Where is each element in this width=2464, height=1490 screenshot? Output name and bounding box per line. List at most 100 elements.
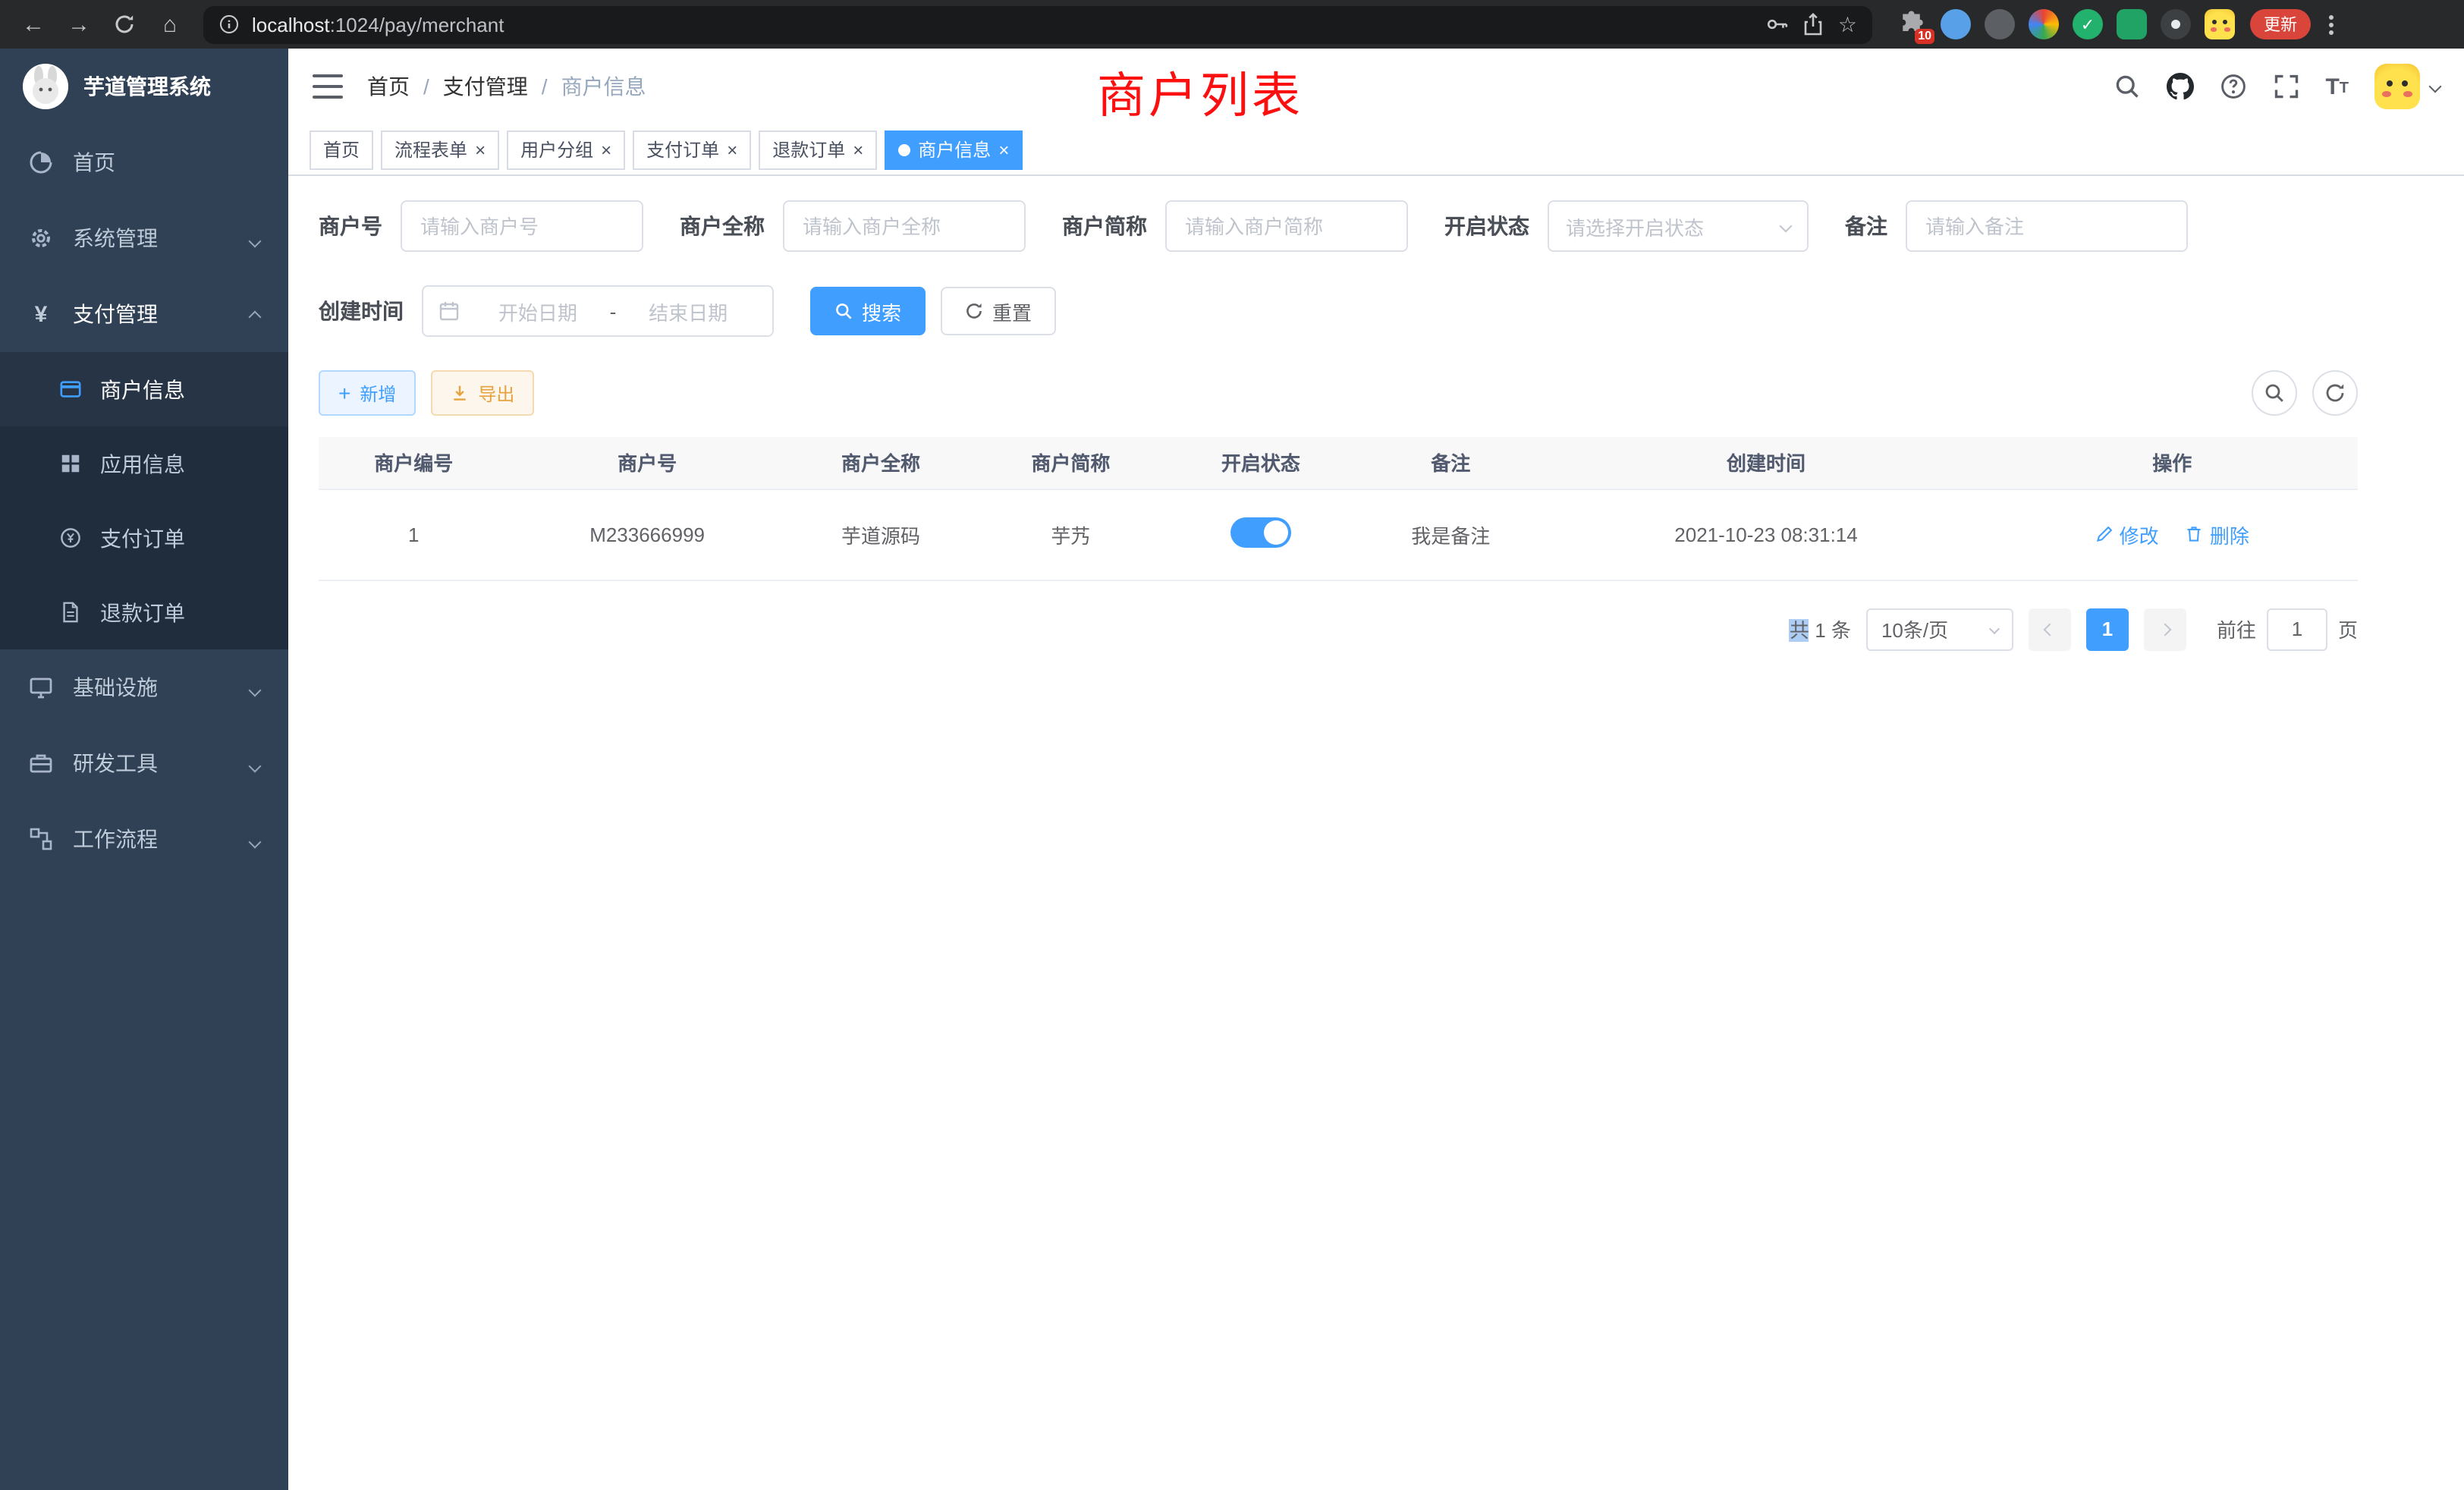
- breadcrumb-payment[interactable]: 支付管理: [443, 71, 528, 102]
- browser-reload-button[interactable]: [106, 6, 143, 42]
- sidebar-item-infrastructure[interactable]: 基础设施: [0, 649, 288, 725]
- refresh-icon: [965, 302, 983, 320]
- font-size-icon[interactable]: TT: [2325, 77, 2349, 96]
- user-avatar[interactable]: [2374, 64, 2440, 109]
- full-name-input[interactable]: [783, 200, 1026, 252]
- close-icon[interactable]: ×: [727, 140, 737, 159]
- help-icon[interactable]: [2219, 73, 2246, 100]
- address-bar[interactable]: localhost:1024/pay/merchant ☆: [203, 5, 1872, 43]
- refresh-icon: [2324, 382, 2346, 404]
- sidebar-subitem-merchant-info[interactable]: 商户信息: [0, 352, 288, 426]
- monitor-icon: [29, 675, 53, 699]
- browser-update-button[interactable]: 更新: [2250, 9, 2311, 39]
- status-toggle[interactable]: [1230, 517, 1291, 547]
- extension-icon-green-check[interactable]: ✓: [2073, 9, 2103, 39]
- extensions-area: 10 ✓: [1897, 9, 2235, 39]
- reset-button[interactable]: 重置: [941, 287, 1056, 335]
- password-key-icon[interactable]: [1765, 12, 1790, 36]
- browser-menu-button[interactable]: [2323, 8, 2340, 40]
- yen-icon: ¥: [29, 302, 53, 326]
- app-logo[interactable]: 芋道管理系统: [0, 49, 288, 124]
- status-select[interactable]: 请选择开启状态: [1548, 200, 1809, 252]
- merchant-no-input[interactable]: [401, 200, 643, 252]
- toggle-search-button[interactable]: [2252, 370, 2297, 416]
- col-create-time: 创建时间: [1545, 437, 1986, 489]
- extension-icon-pin[interactable]: [2161, 9, 2191, 39]
- chevron-down-icon: [2429, 80, 2442, 93]
- tab-pay-order[interactable]: 支付订单×: [633, 130, 751, 169]
- tab-home[interactable]: 首页: [310, 130, 373, 169]
- tab-refund-order[interactable]: 退款订单×: [759, 130, 877, 169]
- merchant-no-label: 商户号: [319, 211, 382, 241]
- search-form-row-1: 商户号 商户全称 商户简称 开启状态: [319, 200, 2358, 252]
- sidebar-item-workflow[interactable]: 工作流程: [0, 801, 288, 877]
- breadcrumb-current: 商户信息: [561, 71, 646, 102]
- pagination: 共 1 条 10条/页 1 前往 页: [319, 608, 2358, 650]
- extension-icon-colorful[interactable]: [2029, 9, 2059, 39]
- table-toolbar: + 新增 导出: [319, 370, 2358, 416]
- toolbox-icon: [29, 751, 53, 775]
- close-icon[interactable]: ×: [601, 140, 611, 159]
- extension-icon-avatar[interactable]: [2205, 9, 2235, 39]
- next-page-button[interactable]: [2144, 608, 2186, 650]
- edit-icon: [2095, 525, 2114, 543]
- create-time-label: 创建时间: [319, 296, 404, 326]
- sidebar-subitem-refund-order[interactable]: 退款订单: [0, 575, 288, 649]
- chevron-down-icon: [250, 675, 259, 699]
- workflow-icon: [29, 827, 53, 851]
- sidebar-item-devtools[interactable]: 研发工具: [0, 725, 288, 801]
- fullscreen-icon[interactable]: [2272, 73, 2299, 100]
- tab-merchant-info[interactable]: 商户信息×: [885, 130, 1023, 169]
- remark-input[interactable]: [1906, 200, 2188, 252]
- browser-home-button[interactable]: ⌂: [152, 6, 188, 42]
- chevron-down-icon: [1780, 220, 1793, 233]
- full-name-label: 商户全称: [680, 211, 765, 241]
- refresh-table-button[interactable]: [2312, 370, 2358, 416]
- date-range-picker[interactable]: 开始日期 - 结束日期: [422, 285, 774, 337]
- tags-view: 首页 流程表单× 用户分组× 支付订单× 退款订单× 商户信息×: [288, 124, 2464, 176]
- tab-user-group[interactable]: 用户分组×: [507, 130, 625, 169]
- sidebar-item-payment[interactable]: ¥ 支付管理: [0, 276, 288, 352]
- avatar-image: [2374, 64, 2420, 109]
- extensions-badge: 10: [1915, 29, 1934, 44]
- page-number-button[interactable]: 1: [2086, 608, 2129, 650]
- browser-forward-button[interactable]: →: [61, 6, 97, 42]
- search-icon[interactable]: [2113, 73, 2140, 100]
- delete-link[interactable]: 删除: [2186, 520, 2249, 549]
- hamburger-icon[interactable]: [313, 74, 343, 99]
- share-icon[interactable]: [1802, 12, 1826, 36]
- sidebar: 芋道管理系统 首页 系统管理 ¥ 支付管理 商户信息: [0, 49, 288, 1490]
- browser-back-button[interactable]: ←: [15, 6, 52, 42]
- extension-icon-green-square[interactable]: [2117, 9, 2147, 39]
- cell-full-name: 芋道源码: [786, 489, 976, 580]
- sidebar-item-home[interactable]: 首页: [0, 124, 288, 200]
- extension-icon-dark[interactable]: [1985, 9, 2015, 39]
- cell-create-time: 2021-10-23 08:31:14: [1545, 489, 1986, 580]
- extensions-puzzle-icon[interactable]: 10: [1897, 9, 1927, 39]
- site-info-icon[interactable]: [218, 14, 240, 35]
- pay-order-icon: [59, 527, 82, 549]
- extension-icon-blue[interactable]: [1941, 9, 1971, 39]
- plus-icon: +: [338, 382, 350, 404]
- close-icon[interactable]: ×: [853, 140, 863, 159]
- github-icon[interactable]: [2166, 73, 2193, 100]
- cell-short-name: 芋艿: [976, 489, 1165, 580]
- search-button[interactable]: 搜索: [810, 287, 926, 335]
- breadcrumb-home[interactable]: 首页: [367, 71, 410, 102]
- close-icon[interactable]: ×: [998, 140, 1009, 159]
- sidebar-subitem-app-info[interactable]: 应用信息: [0, 426, 288, 501]
- page-size-select[interactable]: 10条/页: [1866, 608, 2013, 650]
- goto-page-input[interactable]: [2267, 608, 2327, 650]
- tab-process-form[interactable]: 流程表单×: [381, 130, 499, 169]
- sidebar-subitem-pay-order[interactable]: 支付订单: [0, 501, 288, 575]
- grid-icon: [59, 452, 82, 475]
- bookmark-star-icon[interactable]: ☆: [1838, 11, 1857, 37]
- sidebar-item-system[interactable]: 系统管理: [0, 200, 288, 276]
- add-button[interactable]: + 新增: [319, 370, 416, 416]
- chevron-down-icon: [1989, 624, 2000, 634]
- close-icon[interactable]: ×: [475, 140, 486, 159]
- prev-page-button[interactable]: [2029, 608, 2071, 650]
- edit-link[interactable]: 修改: [2095, 520, 2159, 549]
- short-name-input[interactable]: [1165, 200, 1408, 252]
- export-button[interactable]: 导出: [431, 370, 534, 416]
